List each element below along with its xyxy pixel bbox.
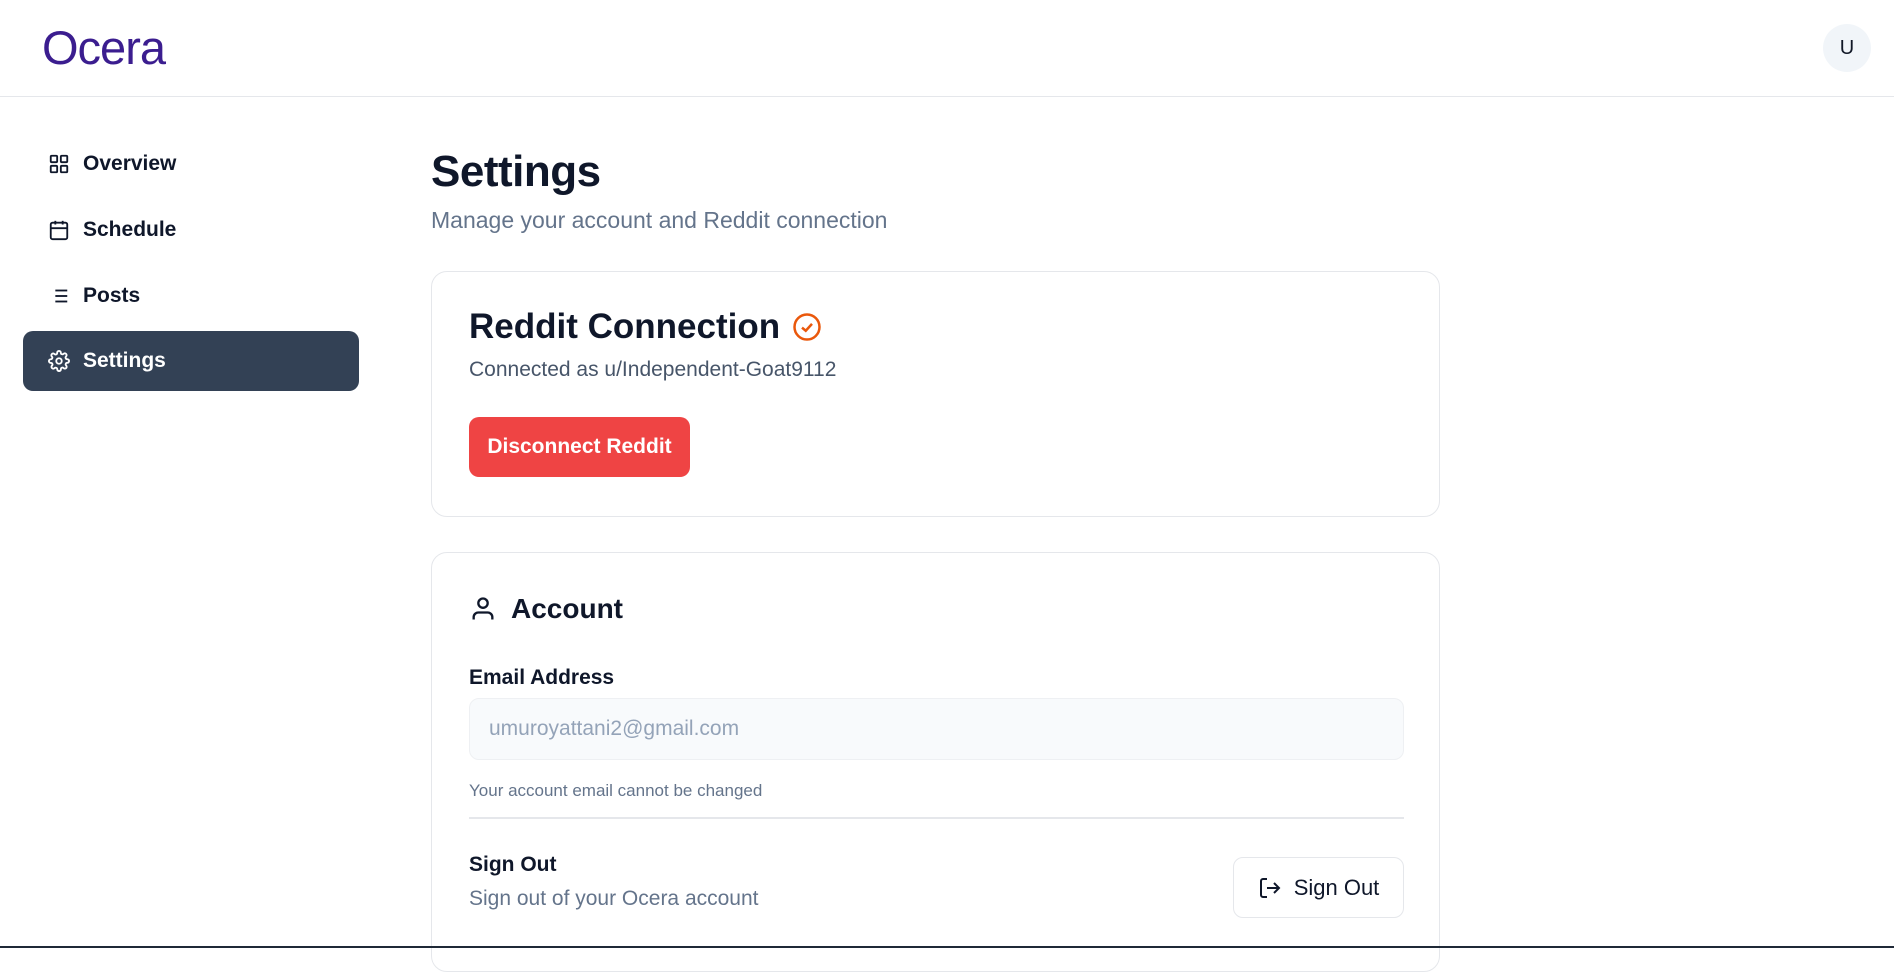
avatar[interactable]: U [1823, 24, 1871, 72]
reddit-connection-title: Reddit Connection [469, 307, 781, 346]
grid-icon [47, 152, 71, 176]
gear-icon [47, 349, 71, 373]
account-title: Account [511, 593, 623, 624]
list-icon [47, 284, 71, 308]
sidebar-item-label: Posts [83, 284, 141, 307]
sign-out-button[interactable]: Sign Out [1233, 857, 1404, 918]
calendar-icon [47, 218, 71, 242]
email-help-text: Your account email cannot be changed [469, 781, 763, 800]
sidebar: Overview Schedule Posts Settings [0, 97, 380, 948]
sidebar-item-label: Schedule [83, 218, 177, 241]
page-title: Settings [431, 147, 601, 196]
reddit-connection-heading: Reddit Connection [469, 307, 822, 347]
sign-out-title: Sign Out [469, 853, 557, 876]
sidebar-item-posts[interactable]: Posts [23, 266, 359, 326]
connected-username: Connected as u/Independent-Goat9112 [469, 358, 837, 381]
sidebar-item-label: Settings [83, 349, 166, 372]
sign-out-button-label: Sign Out [1293, 874, 1380, 900]
sign-out-description: Sign out of your Ocera account [469, 887, 759, 910]
divider [469, 817, 1404, 819]
check-circle-icon [792, 312, 822, 342]
reddit-connection-card: Reddit Connection Connected as u/Indepen… [431, 271, 1440, 517]
sidebar-item-settings[interactable]: Settings [23, 331, 359, 391]
logo[interactable]: Ocera [42, 20, 166, 75]
disconnect-reddit-button[interactable]: Disconnect Reddit [469, 417, 690, 477]
page-subtitle: Manage your account and Reddit connectio… [431, 207, 888, 233]
sidebar-item-schedule[interactable]: Schedule [23, 200, 359, 260]
top-bar: Ocera U [0, 0, 1894, 97]
email-label: Email Address [469, 666, 615, 689]
account-heading: Account [469, 593, 623, 625]
account-card: Account Email Address Your account email… [431, 552, 1440, 972]
log-out-icon [1258, 876, 1282, 900]
email-field[interactable] [469, 698, 1404, 760]
user-icon [469, 595, 497, 623]
sidebar-item-label: Overview [83, 152, 177, 175]
sidebar-item-overview[interactable]: Overview [23, 134, 359, 194]
